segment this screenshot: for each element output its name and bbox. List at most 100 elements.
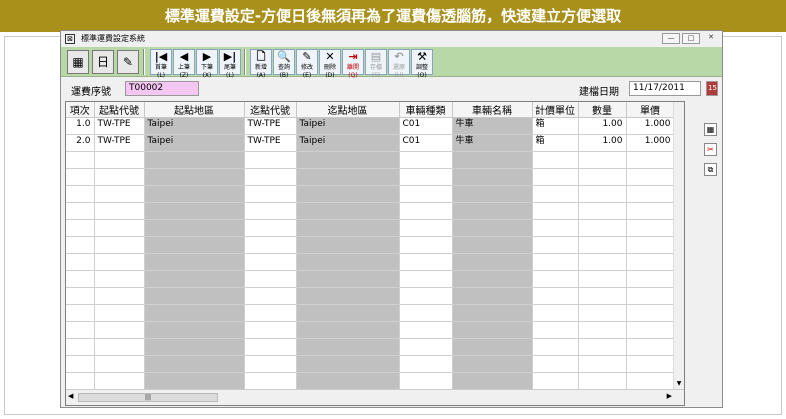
calendar-picker-icon[interactable]: 15 (706, 81, 718, 96)
table-row[interactable] (66, 287, 675, 305)
table-cell[interactable] (578, 321, 627, 339)
table-cell[interactable] (626, 372, 675, 390)
horizontal-scrollbar[interactable]: ◀ ||| ▶ (66, 389, 684, 405)
table-row[interactable] (66, 202, 675, 220)
add-button[interactable]: 🗋 新增(A) (250, 49, 272, 79)
table-cell[interactable] (452, 168, 533, 186)
column-header[interactable]: 計價單位 (532, 102, 579, 118)
table-cell[interactable] (94, 151, 145, 169)
table-cell[interactable] (66, 236, 95, 254)
column-header[interactable]: 車輛種類 (399, 102, 453, 118)
table-cell[interactable]: 牛車 (452, 134, 533, 152)
table-cell[interactable] (452, 151, 533, 169)
table-cell[interactable] (452, 270, 533, 288)
table-row[interactable] (66, 185, 675, 203)
table-cell[interactable] (244, 321, 297, 339)
table-cell[interactable] (296, 355, 400, 373)
table-cell[interactable] (578, 270, 627, 288)
table-cell[interactable] (452, 321, 533, 339)
table-cell[interactable] (66, 355, 95, 373)
last-record-button[interactable]: ▶| 尾筆(L) (219, 49, 241, 79)
table-cell[interactable] (452, 372, 533, 390)
column-header[interactable]: 起點地區 (144, 102, 245, 118)
table-cell[interactable] (244, 236, 297, 254)
table-cell[interactable] (452, 338, 533, 356)
table-cell[interactable] (244, 219, 297, 237)
table-cell[interactable] (66, 168, 95, 186)
maximize-button[interactable]: □ (682, 33, 700, 44)
close-button[interactable]: ✕ (702, 33, 720, 44)
table-row[interactable]: 2.0 TW-TPE Taipei TW-TPE Taipei C01 牛車箱 1.00 1.0… (66, 134, 675, 152)
table-cell[interactable] (452, 287, 533, 305)
copy-icon[interactable]: ⧉ (704, 163, 717, 176)
table-cell[interactable]: 1.00 (578, 117, 627, 135)
table-cell[interactable] (94, 321, 145, 339)
table-cell[interactable]: Taipei (144, 134, 245, 152)
table-cell[interactable] (399, 202, 453, 220)
table-cell[interactable] (94, 253, 145, 271)
table-cell[interactable] (578, 355, 627, 373)
table-cell[interactable] (452, 185, 533, 203)
serial-field[interactable]: T00002 (125, 81, 199, 96)
table-cell[interactable] (66, 202, 95, 220)
table-cell[interactable] (399, 355, 453, 373)
table-cell[interactable] (578, 372, 627, 390)
table-cell[interactable] (244, 270, 297, 288)
scroll-left-icon[interactable]: ◀ (68, 392, 73, 400)
table-cell[interactable] (296, 304, 400, 322)
table-row[interactable] (66, 253, 675, 271)
table-cell[interactable] (532, 287, 579, 305)
table-cell[interactable] (578, 236, 627, 254)
table-cell[interactable] (66, 185, 95, 203)
table-cell[interactable] (144, 219, 245, 237)
cut-icon[interactable]: ✂ (704, 143, 717, 156)
table-cell[interactable]: 箱 (532, 117, 579, 135)
table-cell[interactable]: 2.0 (66, 134, 95, 152)
table-cell[interactable] (66, 270, 95, 288)
minimize-button[interactable]: — (662, 33, 680, 44)
table-cell[interactable]: TW-TPE (244, 134, 297, 152)
table-cell[interactable] (244, 287, 297, 305)
table-cell[interactable]: 1.0 (66, 117, 95, 135)
table-cell[interactable]: 箱 (532, 134, 579, 152)
table-cell[interactable] (144, 355, 245, 373)
table-cell[interactable]: C01 (399, 117, 453, 135)
table-cell[interactable] (94, 338, 145, 356)
table-cell[interactable] (626, 151, 675, 169)
table-cell[interactable] (94, 185, 145, 203)
table-cell[interactable] (578, 168, 627, 186)
table-cell[interactable] (452, 219, 533, 237)
table-cell[interactable] (626, 270, 675, 288)
table-cell[interactable] (399, 287, 453, 305)
table-cell[interactable] (399, 372, 453, 390)
table-cell[interactable] (94, 270, 145, 288)
table-cell[interactable]: TW-TPE (244, 117, 297, 135)
column-header[interactable]: 起點代號 (94, 102, 145, 118)
table-cell[interactable] (296, 270, 400, 288)
column-header[interactable]: 車輛名稱 (452, 102, 533, 118)
table-cell[interactable] (578, 287, 627, 305)
table-cell[interactable] (144, 253, 245, 271)
table-cell[interactable] (626, 355, 675, 373)
data-grid[interactable]: 項次 起點代號 起點地區 迄點代號 迄點地區 車輛種類 車輛名稱 計價單位 數量 單價 1.0 TW… (65, 101, 685, 406)
table-cell[interactable] (532, 372, 579, 390)
table-row[interactable] (66, 372, 675, 390)
table-cell[interactable] (578, 219, 627, 237)
scroll-down-icon[interactable]: ▼ (674, 380, 684, 387)
table-cell[interactable] (244, 304, 297, 322)
table-cell[interactable] (94, 355, 145, 373)
table-cell[interactable]: 1.000 (626, 117, 675, 135)
table-cell[interactable] (66, 219, 95, 237)
table-cell[interactable] (244, 185, 297, 203)
table-cell[interactable] (532, 202, 579, 220)
table-cell[interactable] (296, 202, 400, 220)
table-cell[interactable] (399, 151, 453, 169)
table-cell[interactable] (626, 168, 675, 186)
table-cell[interactable] (144, 168, 245, 186)
table-row[interactable] (66, 321, 675, 339)
table-cell[interactable] (94, 236, 145, 254)
table-cell[interactable] (66, 338, 95, 356)
table-cell[interactable]: Taipei (296, 117, 400, 135)
table-cell[interactable] (532, 321, 579, 339)
table-row[interactable] (66, 270, 675, 288)
